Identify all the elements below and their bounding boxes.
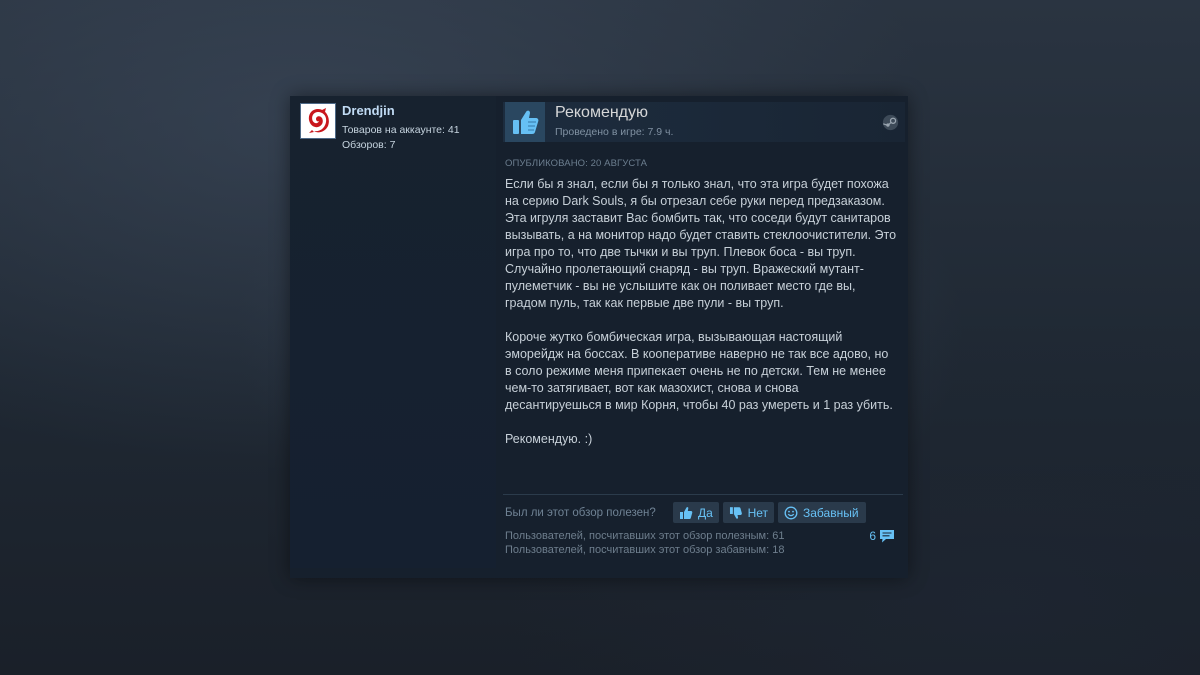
vote-no-button[interactable]: Нет	[723, 502, 774, 523]
vote-no-label: Нет	[747, 505, 768, 520]
smiley-icon	[784, 506, 798, 519]
comments-count: 6	[869, 529, 876, 543]
helpful-stats: Пользователей, посчитавших этот обзор по…	[505, 530, 785, 542]
vote-funny-label: Забавный	[803, 505, 859, 520]
speech-bubble-icon	[880, 530, 894, 543]
comments-link[interactable]: 6	[869, 529, 895, 543]
playtime: Проведено в игре: 7.9 ч.	[555, 126, 674, 138]
vote-funny-button[interactable]: Забавный	[778, 502, 866, 523]
helpful-question: Был ли этот обзор полезен?	[505, 507, 656, 519]
thumbs-up-icon	[680, 506, 693, 519]
divider	[503, 494, 903, 495]
author-reviews-count[interactable]: Обзоров: 7	[342, 139, 395, 151]
funny-stats: Пользователей, посчитавших этот обзор за…	[505, 544, 785, 556]
author-products-count[interactable]: Товаров на аккаунте: 41	[342, 124, 460, 136]
vote-header[interactable]: Рекомендую Проведено в игре: 7.9 ч.	[503, 102, 905, 142]
thumbs-down-icon	[729, 506, 742, 519]
steam-icon	[882, 114, 899, 131]
vote-yes-button[interactable]: Да	[673, 502, 719, 523]
thumbs-up-icon	[513, 110, 539, 134]
posted-date: Опубликовано: 20 августа	[505, 158, 648, 169]
author-panel: Drendjin Товаров на аккаунте: 41 Обзоров…	[290, 96, 496, 568]
avatar-emblem-icon	[308, 108, 329, 133]
review-paragraph: Рекомендую. :)	[505, 432, 593, 446]
review-paragraph: Если бы я знал, если бы я только знал, ч…	[505, 177, 897, 310]
review-card: Drendjin Товаров на аккаунте: 41 Обзоров…	[290, 96, 908, 578]
review-content: Рекомендую Проведено в игре: 7.9 ч. Опуб…	[503, 102, 905, 556]
thumbs-up-icon-box	[505, 102, 545, 142]
author-name[interactable]: Drendjin	[342, 103, 395, 118]
vote-yes-label: Да	[698, 505, 713, 520]
review-body: Если бы я знал, если бы я только знал, ч…	[505, 176, 897, 465]
verdict-title[interactable]: Рекомендую	[555, 104, 648, 122]
review-paragraph: Короче жутко бомбическая игра, вызывающа…	[505, 330, 893, 412]
avatar[interactable]	[300, 103, 336, 139]
